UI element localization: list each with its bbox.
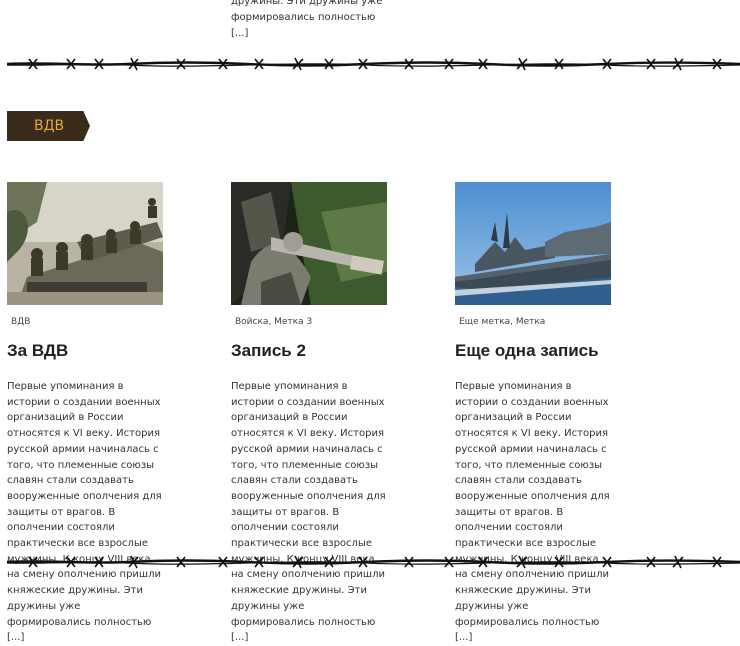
post-card: Войска, Метка 3 Запись 2 Первые упоминан… [231,182,391,646]
tag-link[interactable]: Войска [235,317,268,327]
read-more-link[interactable]: [...] [455,632,472,643]
previous-post-excerpt-tail: дружины. Эти дружины уже формировались п… [231,0,391,42]
post-title[interactable]: Еще одна запись [455,339,615,363]
post-thumbnail-warship[interactable] [455,182,611,305]
read-more-link[interactable]: [...] [7,632,24,643]
post-thumbnail-soldiers[interactable] [7,182,163,305]
post-excerpt: Первые упоминания в истории о создании в… [7,381,162,644]
tag-link[interactable]: Метка [516,317,546,327]
tag-link[interactable]: Еще метка [459,317,510,327]
excerpt-line: формировались полностью [...] [231,12,376,39]
read-more-link[interactable]: [...] [231,28,248,39]
post-thumbnail-sniper[interactable] [231,182,387,305]
tag-link[interactable]: Метка 3 [274,317,312,327]
category-badge[interactable]: ВДВ [7,111,90,141]
read-more-link[interactable]: [...] [231,632,248,643]
post-title[interactable]: Запись 2 [231,339,391,363]
barbed-wire-divider [7,555,740,569]
post-tags: Войска, Метка 3 [235,317,313,327]
barbed-wire-divider [7,57,740,71]
post-excerpt: Первые упоминания в истории о создании в… [455,381,610,644]
post-card: Еще метка, Метка Еще одна запись Первые … [455,182,615,646]
excerpt-line: дружины. Эти дружины уже [231,0,383,7]
post-tags: ВДВ [7,315,167,329]
post-card: ВДВ За ВДВ Первые упоминания в истории о… [7,182,167,646]
tag-link[interactable]: ВДВ [11,317,30,327]
post-excerpt: Первые упоминания в истории о создании в… [231,381,386,644]
post-title[interactable]: За ВДВ [7,339,167,363]
post-tags: Еще метка, Метка [459,317,546,327]
